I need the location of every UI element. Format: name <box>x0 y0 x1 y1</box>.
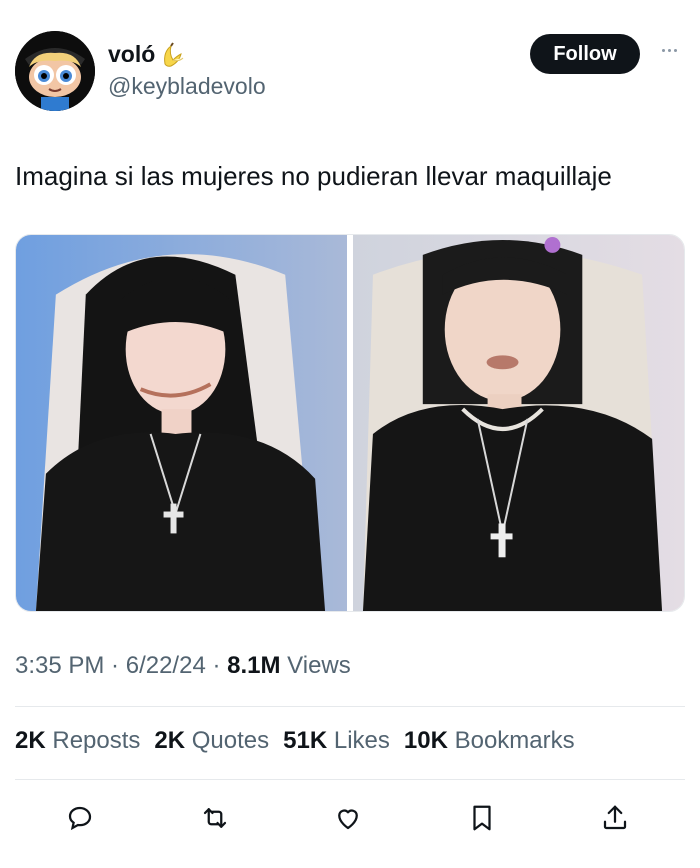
likes-count: 51K <box>283 727 328 754</box>
banana-emoji-icon <box>159 40 187 68</box>
user-handle[interactable]: @keybladevolo <box>108 73 266 100</box>
tweet-meta: 3:35 PM · 6/22/24 · 8.1M Views <box>15 652 351 680</box>
share-icon[interactable] <box>593 796 637 840</box>
media-grid[interactable] <box>15 234 685 612</box>
bookmark-icon[interactable] <box>460 796 504 840</box>
reply-icon[interactable] <box>58 796 102 840</box>
quotes-label: Quotes <box>191 727 270 754</box>
like-icon[interactable] <box>326 796 370 840</box>
display-name[interactable]: voló <box>108 41 155 68</box>
quotes-stat[interactable]: 2K Quotes <box>154 727 269 755</box>
tweet-header: voló @keybladevolo Follow <box>0 0 700 120</box>
name-row: voló <box>108 40 187 68</box>
bookmarks-label: Bookmarks <box>454 727 575 754</box>
avatar[interactable] <box>15 31 95 111</box>
media-photo-2[interactable] <box>353 235 684 611</box>
views-label: Views <box>287 652 351 679</box>
likes-label: Likes <box>333 727 390 754</box>
divider <box>15 779 685 780</box>
media-photo-1[interactable] <box>16 235 347 611</box>
follow-button[interactable]: Follow <box>530 34 640 74</box>
views-count: 8.1M <box>227 652 281 679</box>
likes-stat[interactable]: 51K Likes <box>283 727 390 755</box>
engagement-stats: 2K Reposts 2K Quotes 51K Likes 10K Bookm… <box>15 727 575 755</box>
reposts-count: 2K <box>15 727 46 754</box>
tweet-date[interactable]: 6/22/24 <box>126 652 206 679</box>
reposts-label: Reposts <box>52 727 141 754</box>
meta-separator: · <box>205 652 228 679</box>
action-bar <box>0 796 700 844</box>
bookmarks-stat[interactable]: 10K Bookmarks <box>404 727 575 755</box>
reposts-stat[interactable]: 2K Reposts <box>15 727 140 755</box>
meta-separator: · <box>104 652 126 679</box>
divider <box>15 706 685 707</box>
more-options-icon[interactable] <box>654 40 684 60</box>
repost-icon[interactable] <box>193 796 237 840</box>
tweet-text: Imagina si las mujeres no pudieran lleva… <box>15 161 612 191</box>
quotes-count: 2K <box>154 727 186 754</box>
tweet-time[interactable]: 3:35 PM <box>15 652 104 679</box>
bookmarks-count: 10K <box>403 727 448 754</box>
